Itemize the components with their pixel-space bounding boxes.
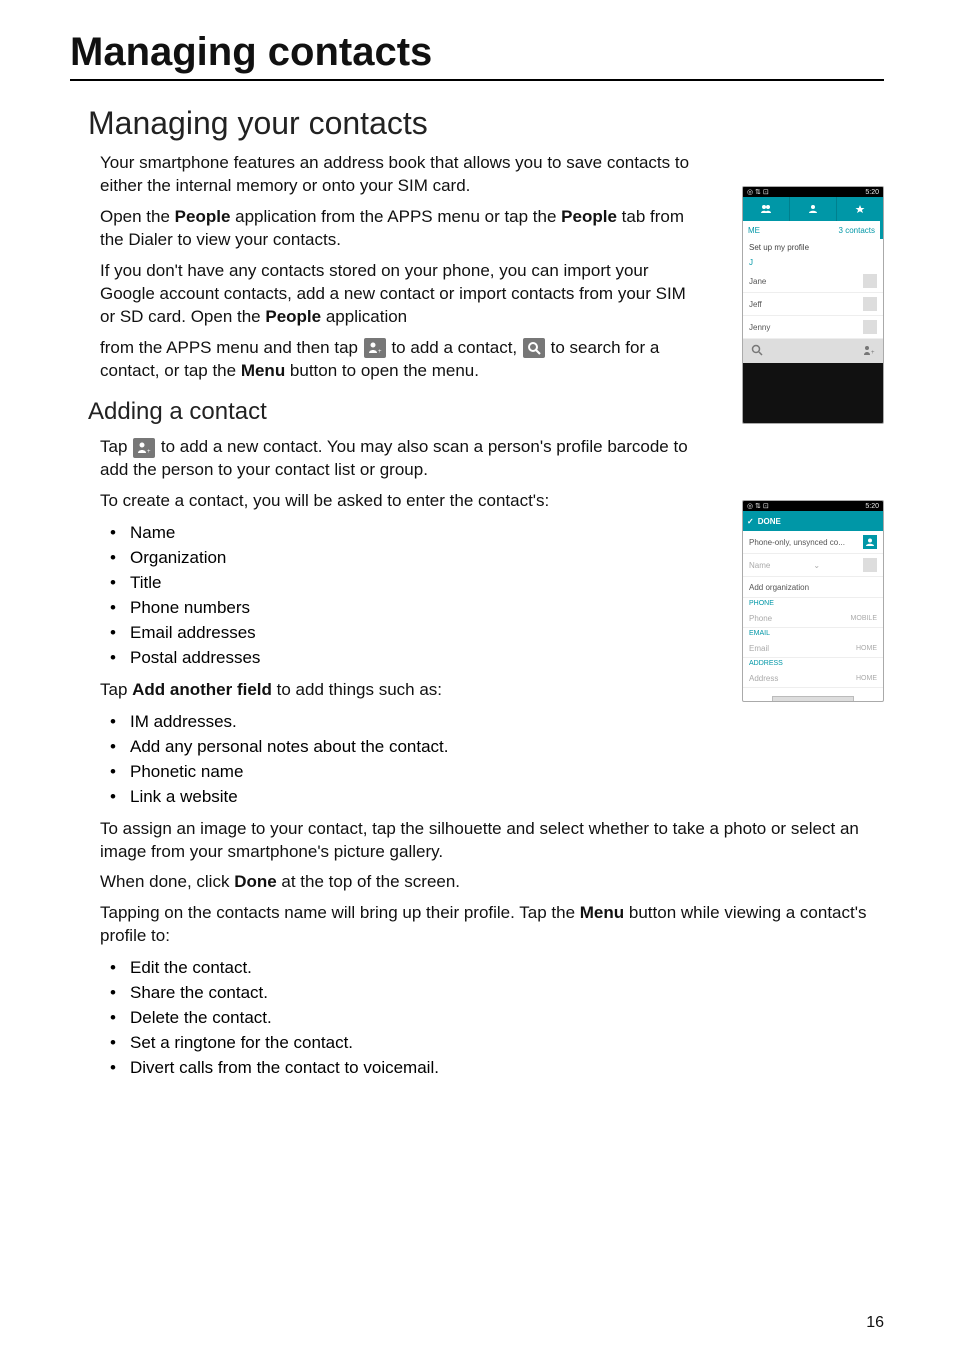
section-heading-managing-your-contacts: Managing your contacts bbox=[88, 105, 884, 142]
avatar[interactable] bbox=[863, 558, 877, 572]
list-profile-menu-actions: Edit the contact. Share the contact. Del… bbox=[100, 956, 884, 1081]
paragraph: To assign an image to your contact, tap … bbox=[100, 818, 884, 864]
list-item: Add any personal notes about the contact… bbox=[100, 735, 694, 760]
list-item: Link a website bbox=[100, 785, 694, 810]
paragraph: If you don't have any contacts stored on… bbox=[100, 260, 694, 329]
add-contact-icon: + bbox=[133, 438, 155, 458]
bottom-bar: + bbox=[743, 339, 883, 363]
name-placeholder: Name bbox=[749, 561, 770, 570]
paragraph: To create a contact, you will be asked t… bbox=[100, 490, 694, 513]
list-item: Title bbox=[100, 571, 694, 596]
address-section-label: ADDRESS bbox=[743, 658, 883, 669]
contact-photo-icon[interactable] bbox=[863, 535, 877, 549]
list-contact-fields: Name Organization Title Phone numbers Em… bbox=[100, 521, 694, 671]
account-row[interactable]: Phone-only, unsynced co... bbox=[743, 531, 883, 554]
list-item: Postal addresses bbox=[100, 646, 694, 671]
status-bar: ◎ ⇅ ⊡ 5:20 bbox=[743, 187, 883, 197]
paragraph: When done, click Done at the top of the … bbox=[100, 871, 884, 894]
name-input-row[interactable]: Name ⌄ bbox=[743, 554, 883, 577]
paragraph: Your smartphone features an address book… bbox=[100, 152, 694, 198]
phone-screenshot-edit-contact: ◎ ⇅ ⊡ 5:20 ✓ DONE Phone-only, unsynced c… bbox=[742, 500, 884, 702]
phone-field-row[interactable]: Phone MOBILE bbox=[743, 609, 883, 628]
paragraph: from the APPS menu and then tap + to add… bbox=[100, 337, 694, 383]
svg-text:+: + bbox=[871, 350, 875, 356]
contact-row[interactable]: Jenny bbox=[743, 316, 883, 339]
list-item: Share the contact. bbox=[100, 981, 884, 1006]
email-section-label: EMAIL bbox=[743, 628, 883, 639]
tab-favorites[interactable] bbox=[837, 197, 883, 221]
me-label: ME bbox=[748, 226, 760, 235]
page-number: 16 bbox=[866, 1314, 884, 1332]
address-field-row[interactable]: Address HOME bbox=[743, 669, 883, 688]
search-icon bbox=[523, 338, 545, 358]
svg-text:+: + bbox=[147, 449, 151, 455]
add-contact-icon[interactable]: + bbox=[863, 344, 875, 358]
paragraph: Tap Add another field to add things such… bbox=[100, 679, 694, 702]
svg-text:+: + bbox=[378, 349, 382, 355]
add-another-field-button[interactable]: Add another field bbox=[772, 696, 854, 702]
avatar bbox=[863, 320, 877, 334]
list-item: Organization bbox=[100, 546, 694, 571]
paragraph: Tap + to add a new contact. You may also… bbox=[100, 436, 694, 482]
list-extra-fields: IM addresses. Add any personal notes abo… bbox=[100, 710, 694, 810]
avatar bbox=[863, 297, 877, 311]
avatar bbox=[863, 274, 877, 288]
paragraph: Tapping on the contacts name will bring … bbox=[100, 902, 884, 948]
list-item: Edit the contact. bbox=[100, 956, 884, 981]
list-item: Phonetic name bbox=[100, 760, 694, 785]
contacts-count: 3 contacts bbox=[839, 226, 875, 235]
tab-groups[interactable] bbox=[743, 197, 790, 221]
list-item: Set a ringtone for the contact. bbox=[100, 1031, 884, 1056]
paragraph: Open the People application from the APP… bbox=[100, 206, 694, 252]
chapter-title: Managing contacts bbox=[70, 30, 884, 81]
list-item: IM addresses. bbox=[100, 710, 694, 735]
list-item: Name bbox=[100, 521, 694, 546]
contact-row[interactable]: Jeff bbox=[743, 293, 883, 316]
check-icon: ✓ bbox=[747, 517, 754, 526]
status-bar: ◎ ⇅ ⊡ 5:20 bbox=[743, 501, 883, 511]
phone-section-label: PHONE bbox=[743, 598, 883, 609]
index-letter: J bbox=[743, 256, 883, 270]
phone-screenshot-people-list: ◎ ⇅ ⊡ 5:20 ME 3 contacts Set up my profi… bbox=[742, 186, 884, 424]
list-header: ME 3 contacts bbox=[743, 221, 883, 239]
list-item: Divert calls from the contact to voicema… bbox=[100, 1056, 884, 1081]
expand-icon[interactable]: ⌄ bbox=[813, 561, 820, 570]
search-icon[interactable] bbox=[751, 344, 763, 358]
email-field-row[interactable]: Email HOME bbox=[743, 639, 883, 658]
list-item: Delete the contact. bbox=[100, 1006, 884, 1031]
contact-row[interactable]: Jane bbox=[743, 270, 883, 293]
done-bar[interactable]: ✓ DONE bbox=[743, 511, 883, 531]
add-organization-row[interactable]: Add organization bbox=[743, 577, 883, 598]
tab-bar bbox=[743, 197, 883, 221]
done-label: DONE bbox=[758, 517, 781, 526]
tab-all-contacts[interactable] bbox=[790, 197, 837, 221]
add-contact-icon: + bbox=[364, 338, 386, 358]
list-item: Email addresses bbox=[100, 621, 694, 646]
list-item: Phone numbers bbox=[100, 596, 694, 621]
setup-profile-row[interactable]: Set up my profile bbox=[743, 239, 883, 256]
